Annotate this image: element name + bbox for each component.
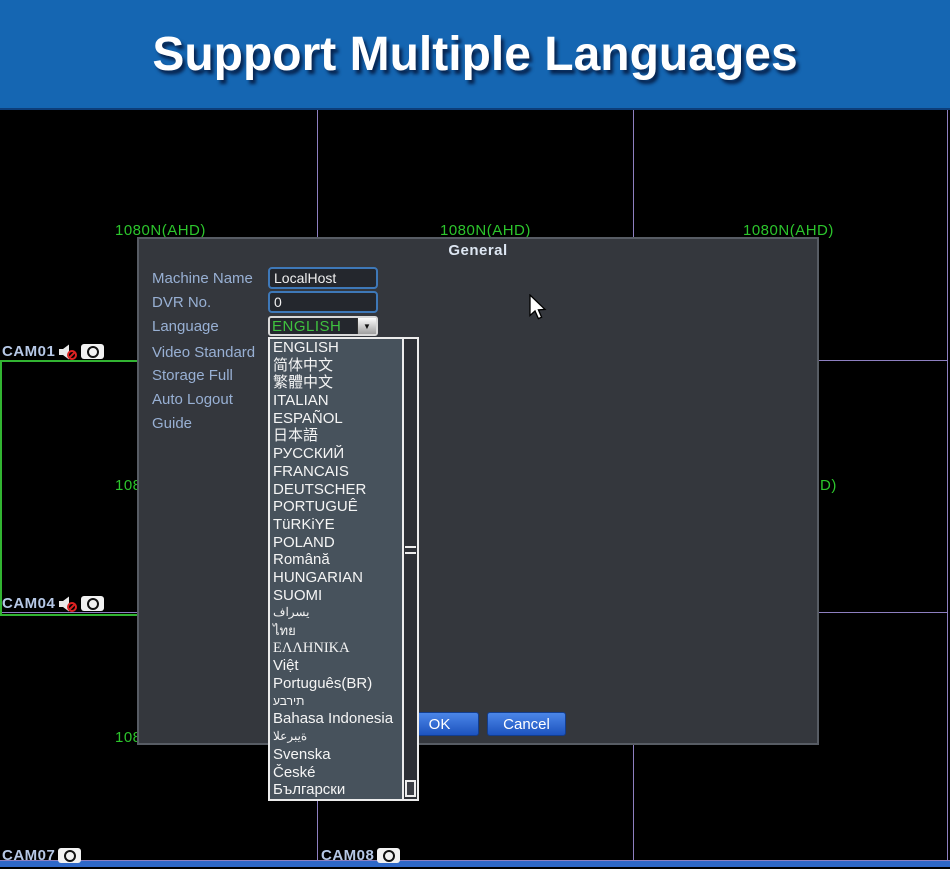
language-selected-value: ENGLISH [272, 318, 342, 335]
language-option[interactable]: SUOMI [270, 587, 417, 605]
camera-label: CAM01 [2, 342, 105, 360]
language-option[interactable]: ENGLISH [270, 339, 417, 357]
field-label-storage-full: Storage Full [152, 367, 233, 384]
field-label-language: Language [152, 318, 219, 335]
language-option[interactable]: ESPAÑOL [270, 410, 417, 428]
record-icon [377, 848, 401, 863]
language-option[interactable]: HUNGARIAN [270, 569, 417, 587]
language-dropdown-list: ENGLISH 简体中文 繁體中文 ITALIAN ESPAÑOL 日本語 РУССКИЙ F… [268, 337, 419, 801]
banner-title: Support Multiple Languages [152, 27, 798, 81]
camera-label: CAM04 [2, 594, 105, 612]
language-options: ENGLISH 简体中文 繁體中文 ITALIAN ESPAÑOL 日本語 РУССКИЙ F… [270, 339, 417, 799]
bottom-blue-bar [0, 861, 950, 867]
scrollbar-grip [405, 546, 416, 548]
language-option[interactable]: Bahasa Indonesia [270, 710, 417, 728]
dialog-title: General [448, 242, 508, 259]
language-option[interactable]: ไทย [270, 622, 417, 640]
camera-name: CAM07 [2, 846, 56, 864]
field-label-machine-name: Machine Name [152, 270, 253, 287]
record-icon [58, 848, 82, 863]
muted-speaker-icon [59, 596, 78, 612]
combo-dropdown-arrow-icon[interactable]: ▼ [357, 318, 376, 334]
field-label-auto-logout: Auto Logout [152, 391, 233, 408]
language-option[interactable]: PORTUGUÊ [270, 498, 417, 516]
record-icon [81, 596, 105, 611]
record-icon [81, 344, 105, 359]
scrollbar-thumb[interactable] [405, 780, 416, 797]
language-option[interactable]: Việt [270, 657, 417, 675]
language-option[interactable]: ITALIAN [270, 392, 417, 410]
dvr-screen: Support Multiple Languages 1080N(AHD) 108… [0, 0, 950, 869]
mouse-cursor-icon [529, 294, 547, 320]
input-dvr-no-[interactable]: 0 [268, 291, 378, 313]
language-option[interactable]: עברית [270, 693, 417, 711]
language-option[interactable]: POLAND [270, 534, 417, 552]
camera-grid: 1080N(AHD)1080N(AHD)1080N(AHD)1080N(AHD)… [0, 110, 950, 869]
language-combobox[interactable]: ENGLISH ▼ [268, 316, 378, 336]
language-option[interactable]: РУССКИЙ [270, 445, 417, 463]
scrollbar[interactable] [402, 339, 417, 799]
grid-border-right [947, 110, 948, 860]
field-label-video-standard: Video Standard [152, 344, 256, 361]
camera-name: CAM04 [2, 594, 56, 612]
input-machine-name[interactable]: LocalHost [268, 267, 378, 289]
field-label-dvr-no-: DVR No. [152, 294, 212, 311]
language-option[interactable]: 简体中文 [270, 357, 417, 375]
field-label-guide: Guide [152, 415, 193, 432]
camera-label: CAM07 [2, 846, 82, 864]
camera-name: CAM08 [321, 846, 375, 864]
language-option[interactable]: TüRKiYE [270, 516, 417, 534]
camera-name: CAM01 [2, 342, 56, 360]
language-option[interactable]: Svenska [270, 746, 417, 764]
language-option[interactable]: FRANCAIS [270, 463, 417, 481]
language-option[interactable]: فارسی [270, 604, 417, 622]
language-option[interactable]: DEUTSCHER [270, 481, 417, 499]
language-option[interactable]: České [270, 764, 417, 782]
banner: Support Multiple Languages [0, 0, 950, 110]
camera-label: CAM08 [321, 846, 401, 864]
language-option[interactable]: العربية [270, 728, 417, 746]
cancel-button[interactable]: Cancel [487, 712, 566, 736]
muted-speaker-icon [59, 344, 78, 360]
language-option[interactable]: 日本語 [270, 427, 417, 445]
language-option[interactable]: 繁體中文 [270, 374, 417, 392]
general-dialog: General Machine Name LocalHost DVR No. 0 Lan… [137, 237, 819, 745]
language-option[interactable]: Български [270, 781, 417, 799]
language-option[interactable]: Português(BR) [270, 675, 417, 693]
language-option[interactable]: ΕΛΛΗΝΙΚΑ [270, 640, 417, 658]
language-option[interactable]: Română [270, 551, 417, 569]
scrollbar-grip [405, 552, 416, 554]
